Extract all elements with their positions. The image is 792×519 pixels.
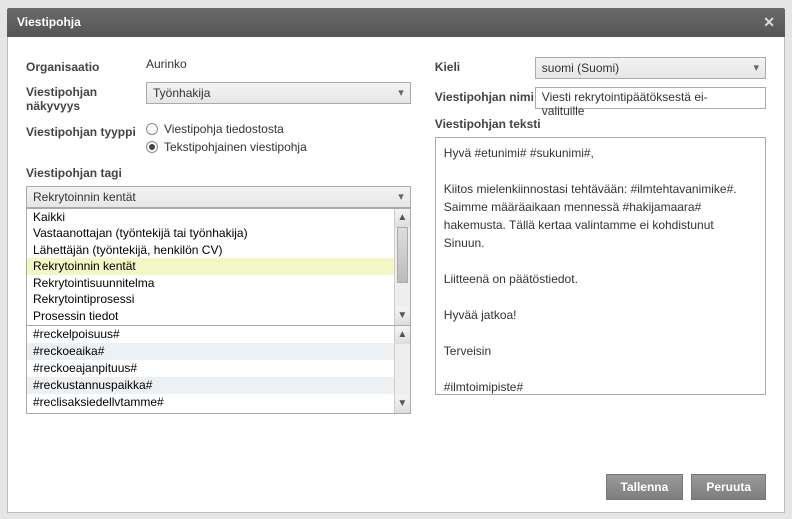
org-label: Organisaatio: [26, 57, 146, 74]
modal-title: Viestipohja: [17, 15, 81, 29]
visibility-label: Viestipohjan näkyvyys: [26, 82, 146, 114]
list-item[interactable]: #reckustannuspaikka#: [27, 377, 394, 394]
body-textarea[interactable]: Hyvä #etunimi# #sukunimi#, Kiitos mielen…: [435, 137, 766, 395]
scrollbar[interactable]: ▲ ▼: [394, 209, 410, 325]
list-item[interactable]: Kaikki: [27, 209, 394, 226]
list-item[interactable]: Rekrytointiprosessi: [27, 291, 394, 308]
modal-body: Organisaatio Aurinko Viestipohjan näkyvy…: [7, 37, 785, 513]
radio-icon: [146, 123, 158, 135]
list-item-selected[interactable]: Rekrytoinnin kentät: [27, 258, 394, 275]
list-item[interactable]: #reclisaksiedellvtamme#: [27, 394, 394, 411]
list-item[interactable]: Prosessin tiedot: [27, 308, 394, 325]
footer: Tallenna Peruuta: [606, 474, 766, 500]
chevron-down-icon[interactable]: ▼: [395, 395, 410, 413]
tag-listbox[interactable]: #reckelpoisuus# #reckoeaika# #reckoeajan…: [26, 326, 411, 414]
visibility-select-value: Työnhakija: [153, 86, 210, 100]
type-label: Viestipohjan tyyppi: [26, 122, 146, 139]
text-label: Viestipohjan teksti: [435, 117, 766, 131]
tag-category-select[interactable]: Rekrytoinnin kentät: [26, 186, 411, 208]
type-radio-file[interactable]: Viestipohja tiedostosta: [146, 122, 411, 136]
scrollbar[interactable]: ▲ ▼: [394, 326, 410, 413]
save-button[interactable]: Tallenna: [606, 474, 684, 500]
modal: Viestipohja ✕ Organisaatio Aurinko Viest…: [7, 8, 785, 512]
radio-checked-icon: [146, 141, 158, 153]
tag-category-select-value: Rekrytoinnin kentät: [33, 190, 136, 204]
tag-label: Viestipohjan tagi: [26, 166, 411, 180]
lang-label: Kieli: [435, 57, 535, 74]
list-item[interactable]: #reckelpoisuus#: [27, 326, 394, 343]
list-item[interactable]: #reckoeajanpituus#: [27, 360, 394, 377]
chevron-up-icon[interactable]: ▲: [395, 209, 410, 227]
type-radio-text-label: Tekstipohjainen viestipohja: [164, 140, 307, 154]
visibility-select[interactable]: Työnhakija: [146, 82, 411, 104]
lang-select[interactable]: suomi (Suomi): [535, 57, 766, 79]
list-item[interactable]: Lähettäjän (työntekijä, henkilön CV): [27, 242, 394, 259]
type-radio-file-label: Viestipohja tiedostosta: [164, 122, 284, 136]
cancel-button[interactable]: Peruuta: [691, 474, 766, 500]
scrollbar-thumb[interactable]: [397, 227, 408, 283]
close-icon[interactable]: ✕: [763, 14, 775, 31]
tag-category-listbox[interactable]: Kaikki Vastaanottajan (työntekijä tai ty…: [26, 208, 411, 326]
name-input-value: Viesti rekrytointipäätöksestä ei-valitui…: [542, 90, 708, 118]
titlebar: Viestipohja ✕: [7, 8, 785, 37]
lang-select-value: suomi (Suomi): [542, 61, 619, 75]
name-label: Viestipohjan nimi: [435, 87, 535, 104]
type-radio-text[interactable]: Tekstipohjainen viestipohja: [146, 140, 411, 154]
chevron-up-icon[interactable]: ▲: [395, 326, 410, 344]
name-input[interactable]: Viesti rekrytointipäätöksestä ei-valitui…: [535, 87, 766, 109]
chevron-down-icon[interactable]: ▼: [395, 307, 410, 325]
org-value: Aurinko: [146, 57, 411, 71]
list-item[interactable]: #reckoeaika#: [27, 343, 394, 360]
list-item[interactable]: Rekrytointisuunnitelma: [27, 275, 394, 292]
list-item[interactable]: Vastaanottajan (työntekijä tai työnhakij…: [27, 225, 394, 242]
